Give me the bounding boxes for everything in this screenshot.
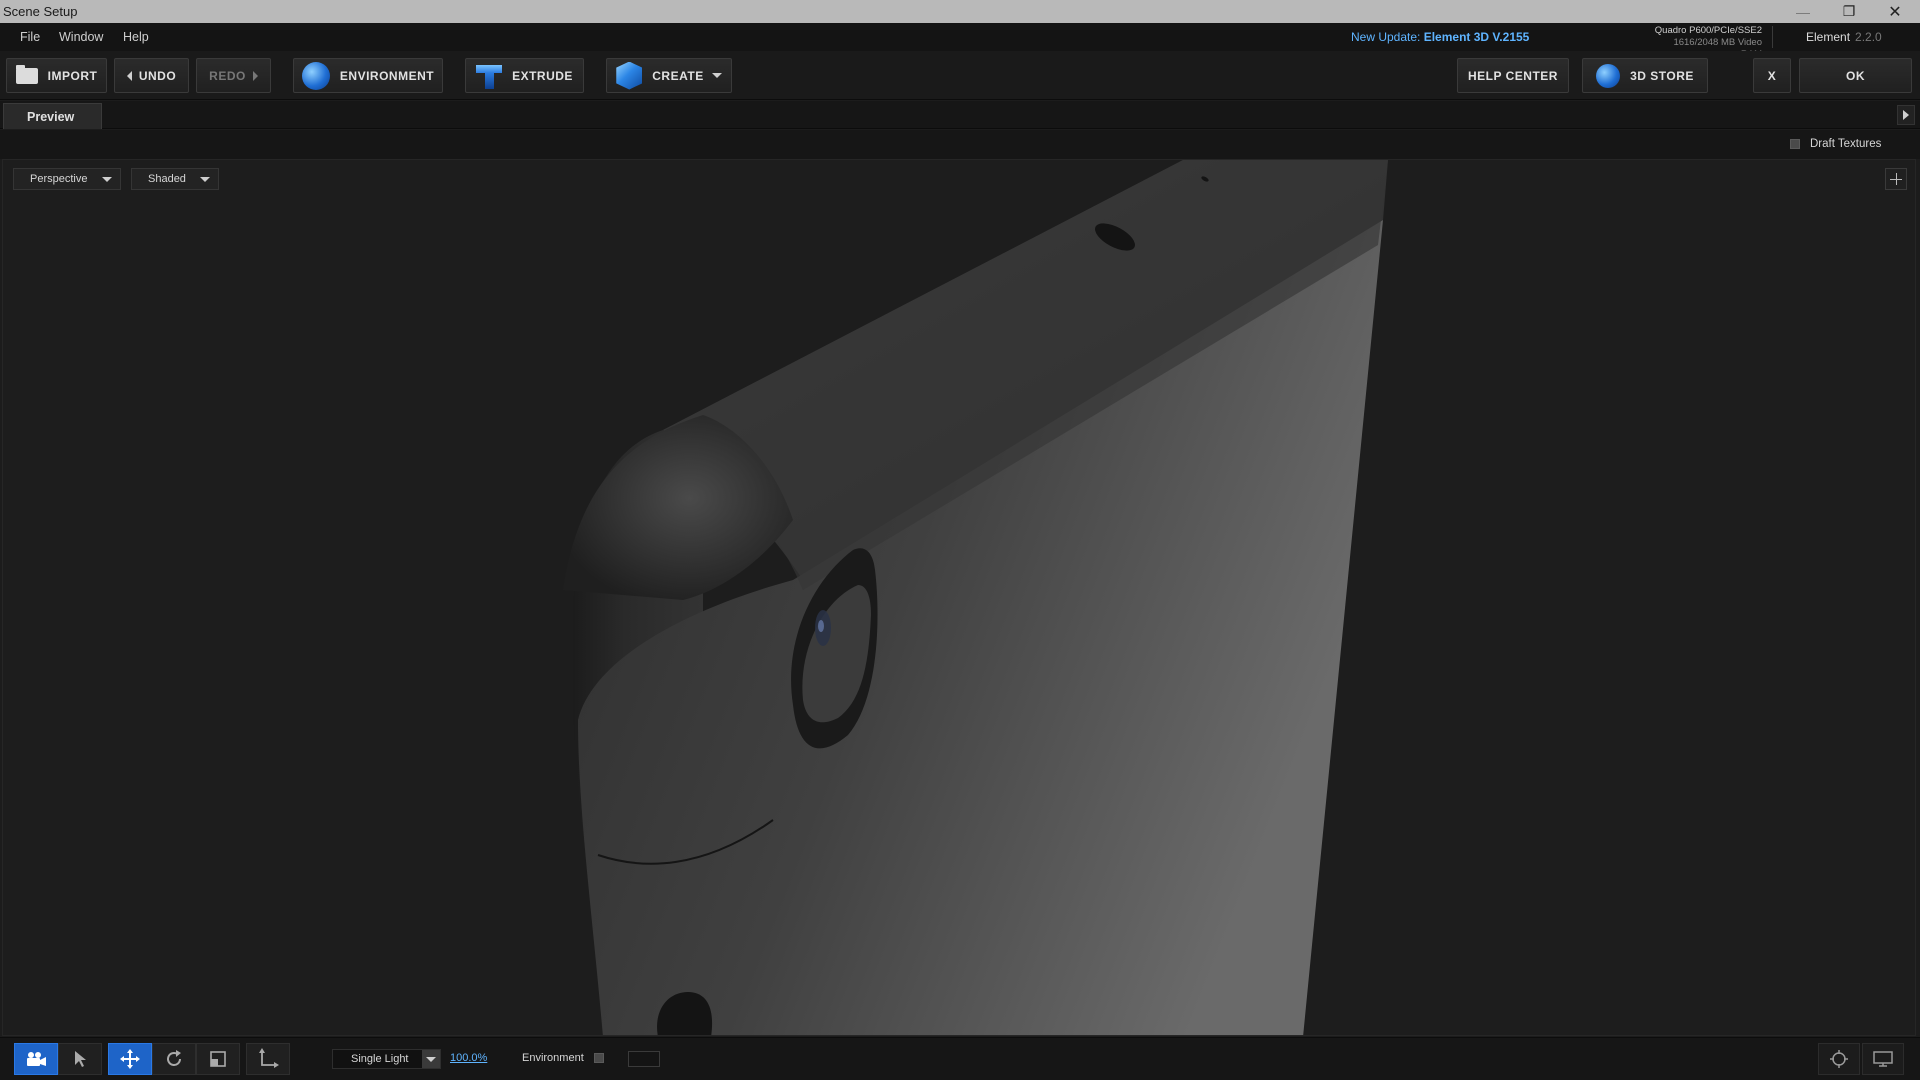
maximize-viewport-icon[interactable] xyxy=(1885,168,1907,190)
bottom-toolbar: Single Light 100.0% Environment xyxy=(0,1037,1920,1080)
update-version: Element 3D V.2155 xyxy=(1423,30,1530,44)
tab-preview[interactable]: Preview xyxy=(3,103,102,129)
render-settings-button[interactable] xyxy=(1818,1043,1860,1075)
store-globe-icon xyxy=(1596,63,1621,88)
import-button[interactable]: IMPORT xyxy=(6,58,107,93)
window-title: Scene Setup xyxy=(3,4,78,19)
camera-view-dropdown[interactable]: Perspective xyxy=(13,168,121,190)
minimize-button[interactable]: — xyxy=(1780,0,1826,23)
redo-arrow-icon xyxy=(252,70,258,81)
crosshair-icon xyxy=(1830,1050,1848,1068)
folder-icon xyxy=(15,64,38,84)
brand-name: Element xyxy=(1806,30,1851,44)
cancel-button[interactable]: X xyxy=(1753,58,1791,93)
ok-label: OK xyxy=(1846,68,1865,83)
close-window-button[interactable]: ✕ xyxy=(1872,0,1918,23)
chevron-down-icon xyxy=(422,1050,440,1068)
draft-textures-checkbox[interactable] xyxy=(1790,139,1800,149)
environment-toggle[interactable]: Environment xyxy=(522,1052,604,1064)
tab-preview-label: Preview xyxy=(27,109,75,124)
cancel-label: X xyxy=(1767,68,1777,83)
environment-color-swatch[interactable] xyxy=(628,1051,660,1067)
menu-bar: File Window Help New Update: Element 3D … xyxy=(0,23,1920,60)
camera-tool-button[interactable] xyxy=(14,1043,58,1075)
3d-viewport[interactable]: Perspective Shaded xyxy=(2,159,1916,1036)
light-mode-dropdown[interactable]: Single Light xyxy=(332,1049,441,1069)
menu-help[interactable]: Help xyxy=(123,30,149,44)
monitor-icon xyxy=(1873,1051,1893,1067)
rotate-icon xyxy=(167,1050,181,1066)
environment-checkbox[interactable] xyxy=(593,1053,604,1063)
title-bar: Scene Setup — ❐ ✕ xyxy=(0,0,1920,23)
axis-tool-button[interactable] xyxy=(246,1043,290,1075)
chevron-down-icon xyxy=(711,73,722,78)
scale-icon xyxy=(210,1051,226,1067)
globe-icon xyxy=(301,61,330,90)
select-tool-button[interactable] xyxy=(58,1043,102,1075)
cursor-icon xyxy=(75,1051,86,1067)
axis-icon xyxy=(259,1048,279,1068)
draft-textures-label: Draft Textures xyxy=(1810,138,1882,150)
phone-3d-render xyxy=(563,160,1388,1035)
undo-label: UNDO xyxy=(138,68,177,83)
help-center-label: HELP CENTER xyxy=(1468,68,1558,83)
viewport-header: Draft Textures xyxy=(0,130,1920,159)
menu-file[interactable]: File xyxy=(20,30,40,44)
menu-window[interactable]: Window xyxy=(59,30,103,44)
3d-store-label: 3D STORE xyxy=(1630,68,1694,83)
camera-icon xyxy=(27,1052,46,1066)
panel-toggle-button[interactable] xyxy=(1897,105,1915,125)
scene-setup-window: Scene Setup — ❐ ✕ File Window Help New U… xyxy=(0,0,1920,1080)
undo-button[interactable]: UNDO xyxy=(114,58,189,93)
display-settings-button[interactable] xyxy=(1862,1043,1904,1075)
brand-version: 2.2.0 xyxy=(1855,30,1882,44)
light-intensity-value[interactable]: 100.0% xyxy=(450,1052,487,1064)
undo-arrow-icon xyxy=(126,70,132,81)
chevron-down-icon xyxy=(102,177,112,182)
extrude-text-icon xyxy=(476,63,503,89)
chevron-down-icon xyxy=(200,177,210,182)
shading-mode-dropdown[interactable]: Shaded xyxy=(131,168,219,190)
light-mode-label: Single Light xyxy=(351,1053,409,1065)
draft-textures-toggle[interactable]: Draft Textures xyxy=(1790,138,1881,150)
move-arrows-icon xyxy=(120,1049,140,1069)
shading-mode-label: Shaded xyxy=(148,173,186,185)
scale-tool-button[interactable] xyxy=(196,1043,240,1075)
brand-label: Element 2.2.0 xyxy=(1806,30,1882,44)
create-label: CREATE xyxy=(652,68,704,83)
move-tool-button[interactable] xyxy=(108,1043,152,1075)
ok-button[interactable]: OK xyxy=(1799,58,1912,93)
extrude-label: EXTRUDE xyxy=(512,68,573,83)
redo-button[interactable]: REDO xyxy=(196,58,271,93)
environment-button[interactable]: ENVIRONMENT xyxy=(293,58,443,93)
help-center-button[interactable]: HELP CENTER xyxy=(1457,58,1569,93)
menu-separator xyxy=(1772,26,1773,48)
extrude-button[interactable]: EXTRUDE xyxy=(465,58,584,93)
restore-button[interactable]: ❐ xyxy=(1826,0,1872,23)
update-prefix: New Update: xyxy=(1351,30,1421,44)
gpu-name: Quadro P600/PCIe/SSE2 xyxy=(1654,25,1762,36)
environment-toggle-label: Environment xyxy=(522,1052,584,1064)
import-label: IMPORT xyxy=(47,68,98,83)
main-toolbar: IMPORT UNDO REDO ENVIRONMENT EXTRUDE CRE… xyxy=(0,51,1920,100)
update-link[interactable]: New Update: Element 3D V.2155 xyxy=(1351,30,1529,44)
create-dropdown-button[interactable]: CREATE xyxy=(606,58,732,93)
camera-view-label: Perspective xyxy=(30,173,88,185)
environment-label: ENVIRONMENT xyxy=(339,68,435,83)
chevron-right-icon xyxy=(1903,110,1909,120)
tab-strip: Preview xyxy=(0,101,1920,129)
rotate-tool-button[interactable] xyxy=(152,1043,196,1075)
redo-label: REDO xyxy=(209,68,246,83)
3d-store-button[interactable]: 3D STORE xyxy=(1582,58,1708,93)
cube-icon xyxy=(616,61,643,90)
